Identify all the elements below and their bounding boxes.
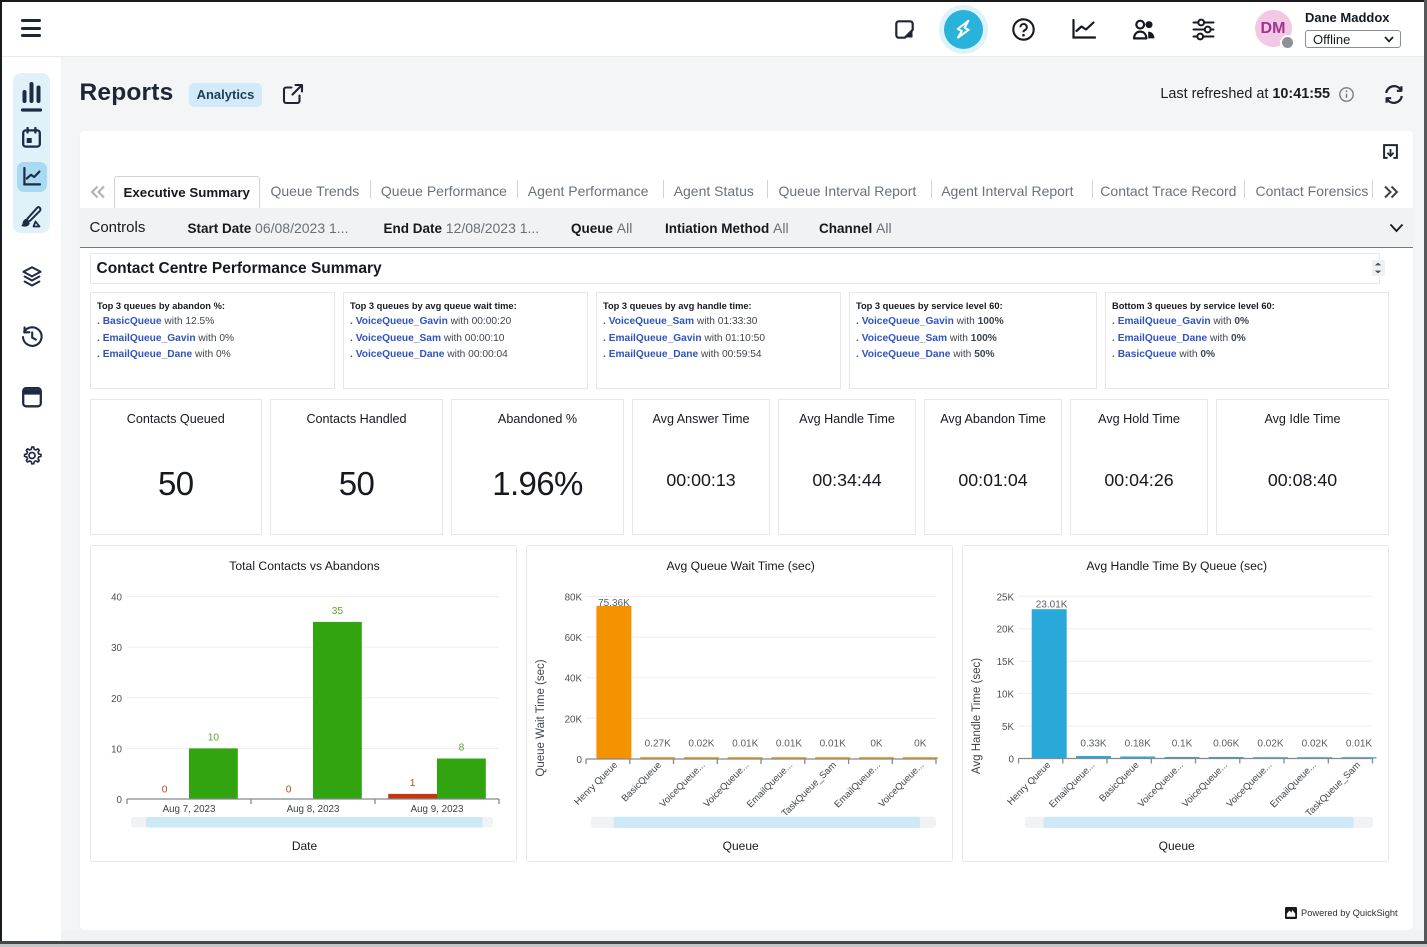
svg-text:0: 0 <box>116 795 122 806</box>
svg-text:VoiceQueue...: VoiceQueue... <box>657 759 707 809</box>
svg-text:0: 0 <box>1008 754 1014 765</box>
svg-text:0: 0 <box>576 755 582 766</box>
svg-text:0.27K: 0.27K <box>644 738 670 749</box>
svg-text:Aug 9, 2023: Aug 9, 2023 <box>410 804 463 815</box>
svg-text:VoiceQueue...: VoiceQueue... <box>1180 759 1230 809</box>
svg-text:BasicQueue: BasicQueue <box>619 759 663 803</box>
svg-text:40: 40 <box>111 592 122 603</box>
svg-text:Henry Queue: Henry Queue <box>1005 759 1053 807</box>
svg-text:10: 10 <box>111 744 122 755</box>
svg-text:0.01K: 0.01K <box>819 738 845 749</box>
svg-text:0.01K: 0.01K <box>732 738 758 749</box>
svg-text:0.01K: 0.01K <box>1345 738 1371 749</box>
svg-text:EmailQueue...: EmailQueue... <box>1047 759 1097 809</box>
svg-text:20: 20 <box>111 693 122 704</box>
svg-text:Avg Handle Time By Queue (sec): Avg Handle Time By Queue (sec) <box>1086 559 1267 573</box>
svg-text:0.01K: 0.01K <box>775 738 801 749</box>
svg-text:0.02K: 0.02K <box>1257 738 1283 749</box>
svg-text:0.02K: 0.02K <box>1301 738 1327 749</box>
svg-text:VoiceQueue...: VoiceQueue... <box>1224 759 1274 809</box>
svg-text:Henry Queue: Henry Queue <box>572 759 620 807</box>
svg-text:Aug 8, 2023: Aug 8, 2023 <box>286 804 339 815</box>
svg-text:8: 8 <box>458 742 464 753</box>
svg-text:23.01K: 23.01K <box>1035 599 1067 610</box>
svg-text:25K: 25K <box>996 592 1014 603</box>
svg-text:BasicQueue: BasicQueue <box>1097 759 1141 803</box>
svg-text:Queue Wait Time (sec): Queue Wait Time (sec) <box>535 659 547 776</box>
svg-text:0: 0 <box>285 784 291 795</box>
svg-text:0K: 0K <box>914 738 927 749</box>
svg-text:35: 35 <box>331 606 343 617</box>
svg-text:0.33K: 0.33K <box>1080 738 1106 749</box>
svg-text:40K: 40K <box>564 673 582 684</box>
svg-text:0.02K: 0.02K <box>688 738 714 749</box>
svg-text:0K: 0K <box>870 738 883 749</box>
svg-text:0.1K: 0.1K <box>1171 738 1192 749</box>
svg-text:5K: 5K <box>1002 722 1014 733</box>
svg-text:10: 10 <box>207 732 219 743</box>
svg-text:80K: 80K <box>564 592 582 603</box>
svg-text:10K: 10K <box>996 689 1014 700</box>
svg-text:30: 30 <box>111 643 122 654</box>
svg-text:Avg Queue Wait Time (sec): Avg Queue Wait Time (sec) <box>666 559 814 573</box>
svg-text:0.18K: 0.18K <box>1124 738 1150 749</box>
svg-text:Avg Handle Time (sec): Avg Handle Time (sec) <box>971 657 983 773</box>
svg-text:Total Contacts vs Abandons: Total Contacts vs Abandons <box>229 559 379 573</box>
svg-text:EmailQueue...: EmailQueue... <box>832 759 882 809</box>
svg-text:VoiceQueue...: VoiceQueue... <box>876 759 926 809</box>
svg-text:Queue: Queue <box>722 839 758 853</box>
svg-text:VoiceQueue...: VoiceQueue... <box>1135 759 1185 809</box>
svg-text:Queue: Queue <box>1158 839 1194 853</box>
svg-text:Date: Date <box>291 839 317 853</box>
svg-text:20K: 20K <box>564 714 582 725</box>
svg-text:1: 1 <box>409 778 415 789</box>
svg-text:Aug 7, 2023: Aug 7, 2023 <box>162 804 215 815</box>
svg-text:20K: 20K <box>996 624 1014 635</box>
svg-text:75.36K: 75.36K <box>598 598 630 609</box>
svg-text:0: 0 <box>161 784 167 795</box>
svg-text:0.06K: 0.06K <box>1213 738 1239 749</box>
svg-text:60K: 60K <box>564 633 582 644</box>
svg-text:15K: 15K <box>996 657 1014 668</box>
